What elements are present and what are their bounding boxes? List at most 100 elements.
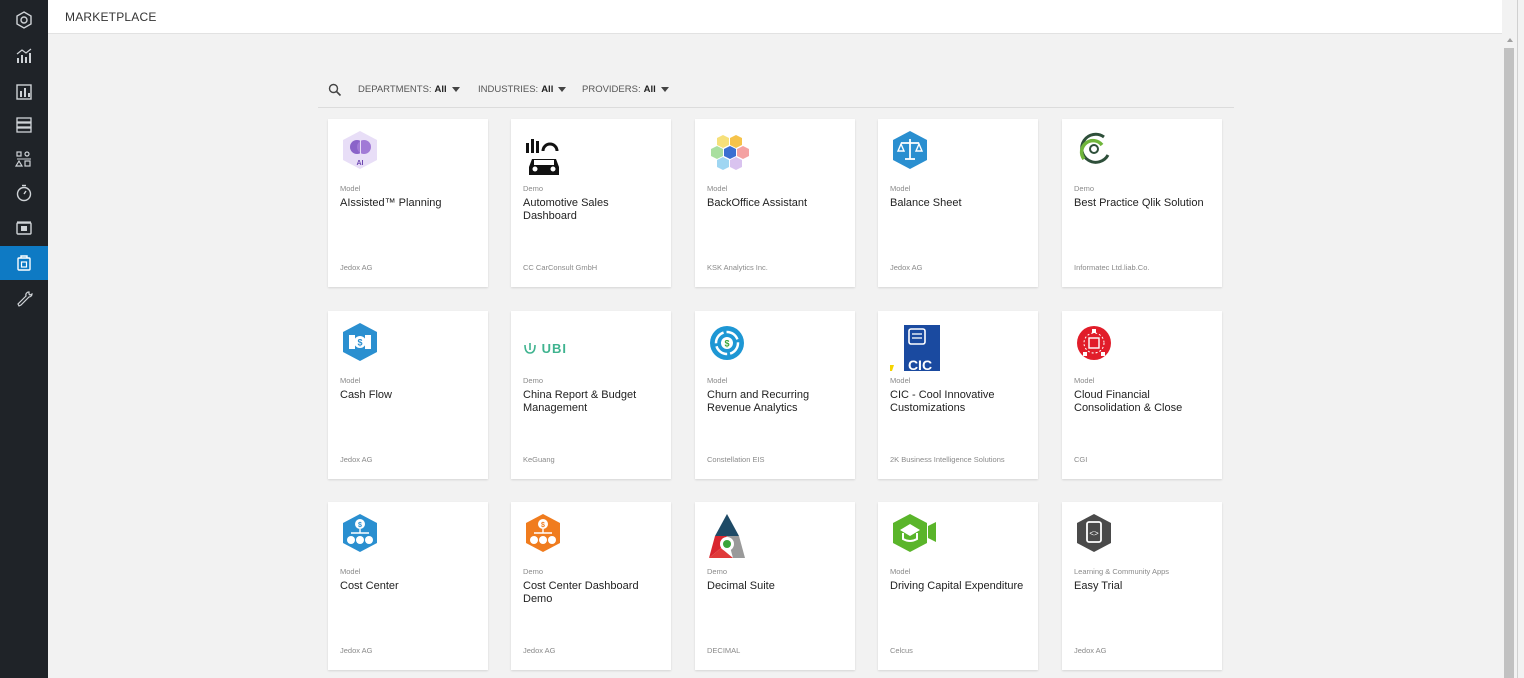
- card-provider: Celcus: [890, 646, 913, 655]
- providers-filter[interactable]: PROVIDERS: All: [582, 84, 669, 95]
- page-title: MARKETPLACE: [65, 10, 157, 24]
- top-bar: MARKETPLACE: [48, 0, 1502, 34]
- app-card-cloud-financial-consolidation[interactable]: Model Cloud Financial Consolidation & Cl…: [1062, 311, 1222, 479]
- app-card-driving-capital-expenditure[interactable]: Model Driving Capital Expenditure Celcus: [878, 502, 1038, 670]
- apps-icon: [16, 221, 32, 235]
- nav-analytics[interactable]: [0, 39, 48, 73]
- departments-filter-value: All: [434, 84, 447, 95]
- card-type: Model: [890, 376, 911, 385]
- app-card-cash-flow[interactable]: $ Model Cash Flow Jedox AG: [328, 311, 488, 479]
- ai-brain-icon: AI: [343, 131, 377, 169]
- card-provider: Jedox AG: [340, 646, 373, 655]
- app-card-balance-sheet[interactable]: Model Balance Sheet Jedox AG: [878, 119, 1038, 287]
- scroll-thumb[interactable]: [1504, 48, 1514, 678]
- card-type: Model: [707, 376, 728, 385]
- nav-home[interactable]: [0, 3, 48, 37]
- card-title: Cash Flow: [340, 389, 392, 401]
- card-title: Balance Sheet: [890, 197, 962, 209]
- chevron-down-icon: [558, 87, 567, 92]
- card-type: Demo: [523, 376, 544, 385]
- ubi-logo-text: UBI: [541, 341, 568, 356]
- card-provider: Informatec Ltd.liab.Co.: [1074, 263, 1150, 272]
- nav-marketplace[interactable]: [0, 246, 48, 280]
- card-type: Model: [1074, 376, 1095, 385]
- cost-center-icon: $: [343, 514, 377, 552]
- card-type: Model: [707, 184, 728, 193]
- card-provider: CC CarConsult GmbH: [523, 263, 598, 272]
- scroll-up-arrow-icon[interactable]: [1507, 38, 1513, 42]
- card-provider: CGI: [1074, 455, 1088, 464]
- nav-reports[interactable]: [0, 75, 48, 109]
- nav-scheduler[interactable]: [0, 176, 48, 210]
- card-type: Model: [890, 567, 911, 576]
- card-title: AIssisted™ Planning: [340, 197, 442, 209]
- card-title: Automotive Sales Dashboard: [523, 197, 609, 222]
- card-title: BackOffice Assistant: [707, 197, 808, 209]
- card-title: Driving Capital Expenditure: [890, 580, 1024, 592]
- ubi-logo-icon: UBI: [523, 341, 567, 356]
- consolidation-icon: [1077, 326, 1111, 360]
- app-card-decimal-suite[interactable]: Demo Decimal Suite DECIMAL: [695, 502, 855, 670]
- app-card-china-report-budget-management[interactable]: UBI Demo China Report & Budget Managemen…: [511, 311, 671, 479]
- easy-trial-icon: <>: [1077, 514, 1111, 552]
- svg-text:$: $: [724, 339, 729, 349]
- search-icon[interactable]: [328, 83, 342, 97]
- nav-settings[interactable]: [0, 282, 48, 316]
- card-type: Learning & Community Apps: [1074, 567, 1170, 576]
- card-provider: Jedox AG: [523, 646, 556, 655]
- industries-filter[interactable]: INDUSTRIES: All: [478, 84, 567, 95]
- sidebar: [0, 0, 48, 678]
- wrench-icon: [17, 291, 33, 307]
- departments-filter-label: DEPARTMENTS:: [358, 84, 432, 95]
- card-type: Model: [340, 376, 361, 385]
- card-title: China Report & Budget Management: [523, 389, 637, 414]
- app-card-cic-customizations[interactable]: CIC Model CIC - Cool Innovative Customiz…: [878, 311, 1038, 479]
- svg-text:$: $: [358, 522, 362, 529]
- chevron-down-icon: [660, 87, 669, 92]
- chevron-down-icon: [451, 87, 460, 92]
- nav-database[interactable]: [0, 108, 48, 142]
- card-provider: Jedox AG: [340, 263, 373, 272]
- card-provider: Jedox AG: [890, 263, 923, 272]
- database-icon: [16, 117, 32, 133]
- card-type: Model: [890, 184, 911, 193]
- cic-icon: CIC: [890, 325, 940, 371]
- card-provider: KeGuang: [523, 455, 555, 464]
- card-title: Cost Center Dashboard Demo: [523, 580, 639, 605]
- app-card-easy-trial[interactable]: <> Learning & Community Apps Easy Trial …: [1062, 502, 1222, 670]
- scales-icon: [893, 131, 927, 169]
- app-card-automotive-sales-dashboard[interactable]: Demo Automotive Sales Dashboard CC CarCo…: [511, 119, 671, 287]
- app-card-churn-recurring-revenue[interactable]: $ Model Churn and Recurring Revenue Anal…: [695, 311, 855, 479]
- swirl-icon: [1079, 132, 1110, 164]
- modeler-icon: [14, 151, 31, 167]
- nav-modeler[interactable]: [0, 142, 48, 176]
- filter-bar: DEPARTMENTS: All INDUSTRIES: All PROVIDE…: [318, 78, 1234, 108]
- svg-text:AI: AI: [357, 160, 364, 167]
- card-type: Demo: [523, 567, 544, 576]
- hexagon-logo-icon: [16, 11, 32, 29]
- svg-text:$: $: [357, 338, 362, 348]
- app-card-backoffice-assistant[interactable]: Model BackOffice Assistant KSK Analytics…: [695, 119, 855, 287]
- card-title: Best Practice Qlik Solution: [1074, 197, 1204, 209]
- nav-apps[interactable]: [0, 211, 48, 245]
- app-card-cost-center-dashboard-demo[interactable]: $ Demo Cost Center Dashboard Demo Jedox …: [511, 502, 671, 670]
- card-provider: DECIMAL: [707, 646, 741, 655]
- vertical-scrollbar[interactable]: [1502, 34, 1524, 678]
- card-title: Cost Center: [340, 580, 399, 592]
- reports-icon: [16, 84, 32, 100]
- card-type: Model: [340, 184, 361, 193]
- app-card-best-practice-qlik-solution[interactable]: Demo Best Practice Qlik Solution Informa…: [1062, 119, 1222, 287]
- marketplace-icon: [17, 255, 31, 271]
- app-card-cost-center[interactable]: $ Model Cost Center Jedox AG: [328, 502, 488, 670]
- card-provider: Jedox AG: [340, 455, 373, 464]
- hexagon-cluster-icon: [711, 135, 749, 170]
- card-provider: Constellation EIS: [707, 455, 765, 464]
- window-edge-divider: [1517, 0, 1518, 678]
- app-card-aissisted-planning[interactable]: AI Model AIssisted™ Planning Jedox AG: [328, 119, 488, 287]
- card-provider: Jedox AG: [1074, 646, 1107, 655]
- providers-filter-label: PROVIDERS:: [582, 84, 641, 95]
- departments-filter[interactable]: DEPARTMENTS: All: [358, 84, 460, 95]
- card-title: Decimal Suite: [707, 580, 775, 592]
- providers-filter-value: All: [643, 84, 656, 95]
- card-title: Easy Trial: [1074, 580, 1123, 592]
